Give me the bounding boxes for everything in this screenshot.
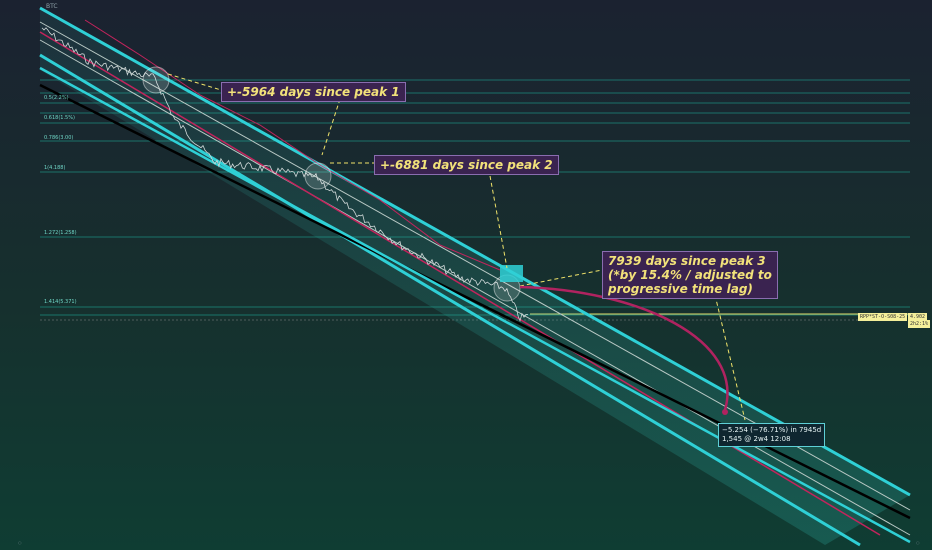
axis-corner-left: ○ [18, 540, 22, 545]
channel-top [39, 6, 911, 497]
channel-inner-2 [39, 39, 911, 536]
annotation-peak-1: +-5964 days since peak 1 [221, 82, 406, 102]
peak-3-box [500, 265, 523, 282]
fib-label-1: 0.618(1.5%) [44, 115, 75, 121]
fib-label-3: 1(4.188) [44, 165, 66, 171]
channel-bottom [39, 53, 861, 547]
channel-band [40, 8, 910, 545]
fib-label-0: 0.5(2.2%) [44, 95, 69, 101]
fib-label-5: 1.414(5.371) [44, 299, 77, 305]
measure-tooltip: −5.254 (−76.71%) in 7945d 1,545 @ 2w4 12… [718, 423, 826, 447]
axis-corner-right: ○ [916, 540, 920, 545]
secondary-price-tag[interactable]: 2h2:1% [908, 320, 931, 328]
chart-canvas[interactable] [0, 0, 932, 550]
peak-circle-1 [142, 66, 170, 94]
connector-3a [489, 175, 508, 269]
measure-tooltip-line1: −5.254 (−76.71%) in 7945d [722, 426, 822, 434]
fib-label-4: 1.272(1.258) [44, 230, 77, 236]
annotation-peak-3: 7939 days since peak 3 (*by 15.4% / adju… [602, 251, 778, 299]
price-line-label: RPP*ST-O-S08-25 [858, 313, 908, 321]
annotation-peak-2: +-6881 days since peak 2 [374, 155, 559, 175]
measure-tooltip-line2: 1,545 @ 2w4 12:08 [722, 435, 791, 443]
connector-2a [321, 98, 341, 156]
peak-circle-2 [304, 162, 332, 190]
chart-title: BTC [46, 3, 58, 10]
trend-black [39, 83, 911, 520]
channel-lower [39, 66, 911, 544]
fib-label-2: 0.786(3.00) [44, 135, 74, 141]
